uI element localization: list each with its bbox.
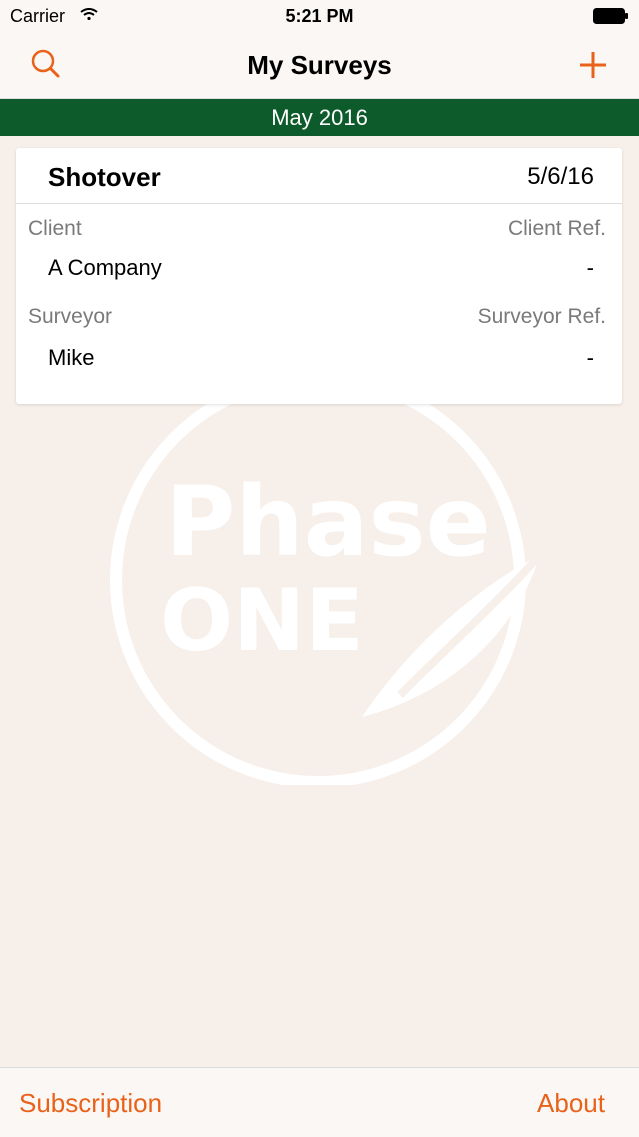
surveyor-label: Surveyor — [28, 305, 113, 328]
svg-text:ONE: ONE — [160, 571, 364, 671]
page-title: My Surveys — [247, 50, 392, 80]
subscription-button[interactable]: Subscription — [19, 1088, 162, 1119]
client-label: Client — [28, 217, 82, 240]
client-ref-label: Client Ref. — [507, 217, 606, 240]
about-button[interactable]: About — [537, 1088, 605, 1119]
survey-name: Shotover — [48, 162, 161, 192]
plus-icon — [580, 52, 606, 78]
battery-icon — [593, 8, 628, 24]
status-time: 5:21 PM — [285, 6, 354, 26]
surveyor-ref-label: Surveyor Ref. — [477, 305, 606, 328]
status-bar: Carrier 5:21 PM — [0, 0, 639, 34]
surveyor-value: Mike — [48, 345, 95, 370]
navigation-bar: My Surveys — [0, 34, 639, 99]
client-ref-value: - — [586, 255, 594, 280]
bottom-toolbar: Subscription About — [0, 1067, 639, 1137]
section-header: May 2016 — [0, 99, 639, 136]
surveyor-ref-value: - — [586, 345, 594, 370]
add-survey-button[interactable] — [571, 44, 615, 88]
phase-one-watermark-logo: Phase ONE — [110, 395, 543, 785]
survey-card-header: Shotover 5/6/16 — [16, 148, 622, 204]
survey-card[interactable]: Shotover 5/6/16 Client Client Ref. A Com… — [16, 148, 622, 404]
survey-date: 5/6/16 — [527, 163, 594, 190]
client-value: A Company — [48, 255, 162, 280]
svg-text:Phase: Phase — [165, 466, 491, 578]
